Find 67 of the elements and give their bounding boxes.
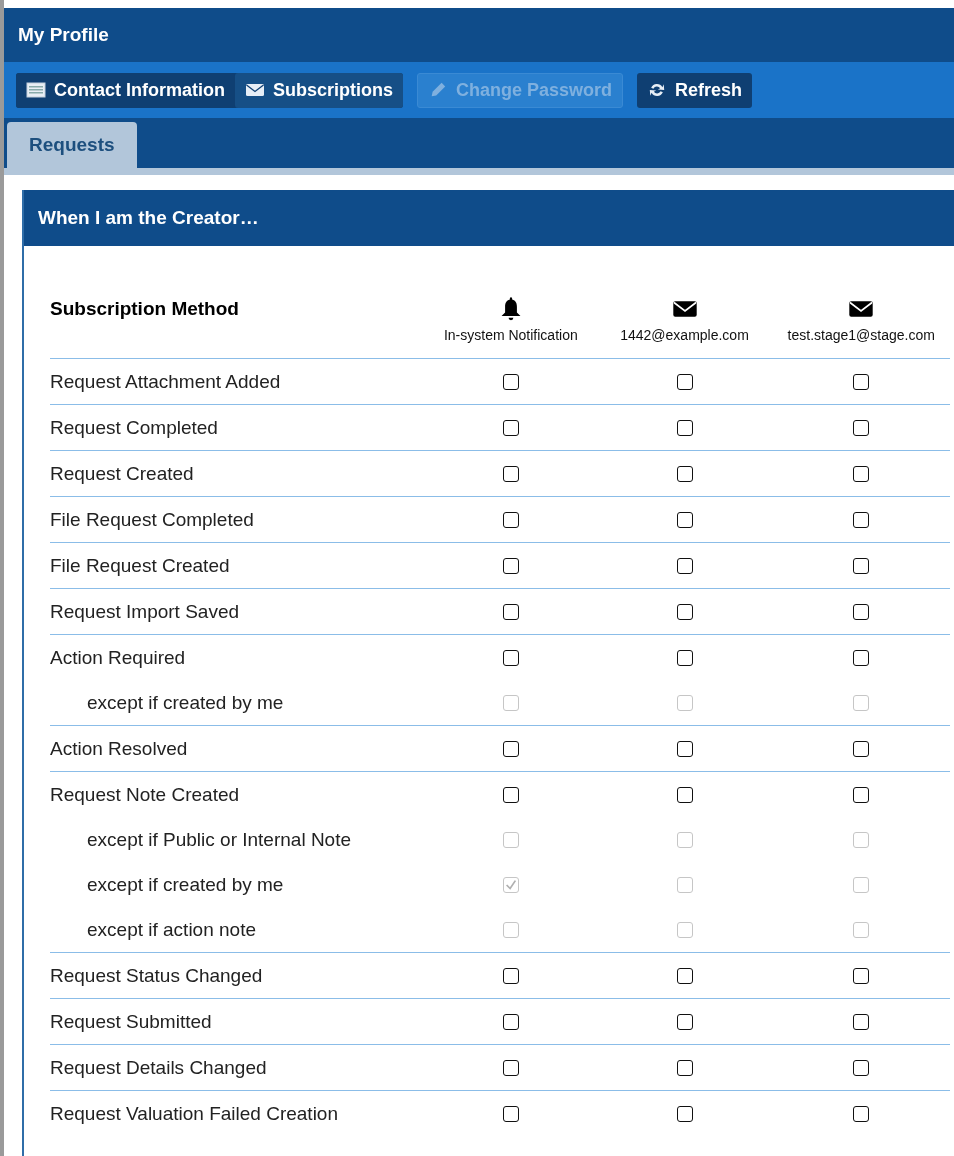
checkbox[interactable] — [676, 1014, 693, 1031]
checkbox[interactable] — [502, 1014, 519, 1031]
checkbox[interactable] — [502, 741, 519, 758]
checkbox[interactable] — [502, 787, 519, 804]
checkbox[interactable] — [853, 512, 870, 529]
column-header: 1442@example.com — [620, 327, 749, 343]
event-label: Request Status Changed — [50, 964, 263, 986]
panel-title: When I am the Creator… — [38, 207, 259, 229]
checkbox[interactable] — [676, 968, 693, 985]
checkbox[interactable] — [502, 650, 519, 667]
checkbox[interactable] — [676, 1060, 693, 1077]
checkbox[interactable] — [676, 741, 693, 758]
checkbox[interactable] — [502, 466, 519, 483]
event-label: Request Submitted — [50, 1010, 212, 1032]
checkbox[interactable] — [502, 968, 519, 985]
checkbox[interactable] — [502, 1106, 519, 1123]
checkbox[interactable] — [502, 420, 519, 437]
event-label: Request Created — [50, 462, 194, 484]
checkbox[interactable] — [676, 1106, 693, 1123]
checkbox[interactable] — [853, 420, 870, 437]
toolbar-button[interactable]: Refresh — [637, 72, 753, 108]
checkbox[interactable] — [502, 1060, 519, 1077]
event-label: Action Required — [50, 646, 186, 668]
checkbox[interactable] — [853, 1014, 870, 1031]
event-label: Action Resolved — [50, 737, 188, 759]
checkbox[interactable] — [676, 466, 693, 483]
checkbox[interactable] — [853, 466, 870, 483]
checkbox[interactable] — [853, 741, 870, 758]
event-label: Request Completed — [50, 416, 218, 438]
checkbox[interactable] — [853, 1106, 870, 1123]
event-label: File Request Created — [50, 554, 230, 576]
event-label: except if Public or Internal Note — [87, 828, 352, 850]
checkbox[interactable] — [853, 374, 870, 391]
checkbox[interactable] — [853, 968, 870, 985]
list-icon — [26, 81, 46, 99]
window-title: My Profile — [18, 24, 109, 46]
view-button[interactable]: Subscriptions — [235, 72, 403, 108]
checkbox[interactable] — [502, 374, 519, 391]
checkbox[interactable] — [676, 650, 693, 667]
event-label: Request Valuation Failed Creation — [50, 1102, 338, 1124]
event-label: Request Note Created — [50, 783, 240, 805]
checkbox[interactable] — [676, 420, 693, 437]
checkbox[interactable] — [676, 512, 693, 529]
event-label: except if created by me — [87, 691, 284, 713]
checkbox[interactable] — [676, 374, 693, 391]
checkbox[interactable] — [676, 604, 693, 621]
checkbox[interactable] — [853, 1060, 870, 1077]
checkbox[interactable] — [853, 787, 870, 804]
checkbox[interactable] — [676, 787, 693, 804]
checkbox[interactable] — [853, 604, 870, 621]
checkbox[interactable] — [502, 512, 519, 529]
event-label: except if action note — [87, 918, 256, 940]
event-label: except if created by me — [87, 873, 284, 895]
tab[interactable]: Requests — [7, 122, 137, 168]
event-label: Request Import Saved — [50, 600, 240, 622]
mail-icon — [245, 81, 265, 99]
event-label: Request Details Changed — [50, 1056, 267, 1078]
checkbox[interactable] — [853, 650, 870, 667]
checkbox[interactable] — [502, 558, 519, 575]
event-label: File Request Completed — [50, 508, 254, 530]
checkbox[interactable] — [676, 558, 693, 575]
column-header: In-system Notification — [443, 327, 578, 343]
checkbox[interactable] — [853, 558, 870, 575]
column-header: Subscription Method — [50, 298, 239, 319]
column-header: test.stage1@stage.com — [787, 327, 935, 343]
event-label: Request Attachment Added — [50, 370, 281, 392]
checkbox[interactable] — [502, 604, 519, 621]
